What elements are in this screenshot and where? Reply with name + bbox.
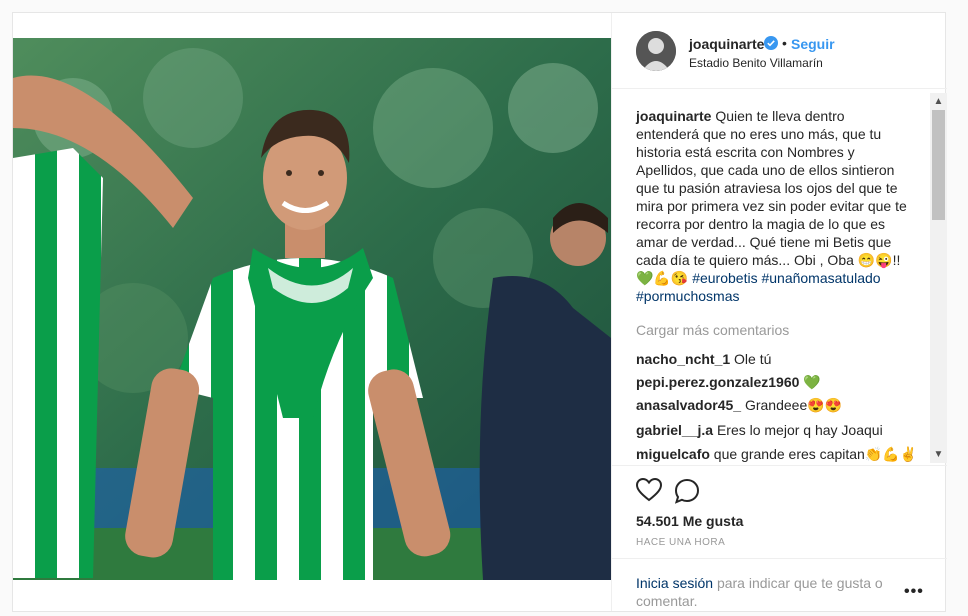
location-link[interactable]: Estadio Benito Villamarín xyxy=(689,56,823,70)
actions-divider xyxy=(612,465,947,466)
comment-row: gabriel__j.a Eres lo mejor q hay Joaqui xyxy=(636,422,936,438)
separator-dot: • xyxy=(782,35,787,51)
scrollbar-thumb[interactable] xyxy=(932,110,945,220)
hashtag[interactable]: #unañomasatulado xyxy=(761,270,880,286)
caption-text: Quien te lleva dentro entenderá que no e… xyxy=(636,108,907,268)
caption-username[interactable]: joaquinarte xyxy=(636,108,711,124)
comments-scrollbar[interactable]: ▲ ▼ xyxy=(930,93,947,463)
comments-section[interactable]: joaquinarte Quien te lleva dentro entend… xyxy=(612,91,947,465)
comment-text: 💚 xyxy=(803,374,821,390)
caption-emoji-2: 💚💪😘 xyxy=(636,270,689,286)
comment-username[interactable]: miguelcafo xyxy=(636,446,710,462)
hashtag[interactable]: #pormuchosmas xyxy=(636,288,740,304)
photo-illustration xyxy=(13,38,611,580)
login-link[interactable]: Inicia sesión xyxy=(636,575,713,591)
comment-row: pepi.perez.gonzalez1960 💚 xyxy=(636,374,936,391)
post-caption: joaquinarte Quien te lleva dentro entend… xyxy=(636,107,910,305)
post-timestamp[interactable]: HACE UNA HORA xyxy=(636,537,725,548)
avatar-image xyxy=(636,31,676,71)
comment-username[interactable]: pepi.perez.gonzalez1960 xyxy=(636,374,799,390)
more-icon[interactable]: ••• xyxy=(904,583,924,601)
login-prompt: Inicia sesión para indicar que te gusta … xyxy=(636,574,896,610)
post-side-panel: joaquinarte • Seguir Estadio Benito Vill… xyxy=(611,13,947,611)
comment-icon[interactable] xyxy=(674,478,700,504)
post-photo[interactable] xyxy=(13,38,611,580)
post-card: joaquinarte • Seguir Estadio Benito Vill… xyxy=(12,12,947,612)
heart-icon[interactable] xyxy=(636,478,662,502)
hashtag[interactable]: #eurobetis xyxy=(692,270,757,286)
verified-icon xyxy=(764,36,778,50)
likes-count[interactable]: 54.501 Me gusta xyxy=(636,513,743,529)
header-username[interactable]: joaquinarte xyxy=(689,36,764,52)
comment-text: Grandeee😍😍 xyxy=(744,397,843,413)
comment-username[interactable]: anasalvador45_ xyxy=(636,397,741,413)
comment-username[interactable]: nacho_ncht_1 xyxy=(636,351,730,367)
follow-button[interactable]: Seguir xyxy=(791,36,835,52)
avatar[interactable] xyxy=(636,31,676,71)
comment-row: anasalvador45_ Grandeee😍😍 xyxy=(636,397,936,414)
comment-row: miguelcafo que grande eres capitan👏💪✌ xyxy=(636,446,936,463)
caption-emoji-1: 😁😜!! xyxy=(857,252,901,268)
login-divider xyxy=(612,558,947,559)
comment-text: Ole tú xyxy=(734,351,772,367)
load-more-comments[interactable]: Cargar más comentarios xyxy=(636,322,789,338)
comment-row: nacho_ncht_1 Ole tú xyxy=(636,351,936,367)
comment-username[interactable]: gabriel__j.a xyxy=(636,422,713,438)
scroll-up-icon[interactable]: ▲ xyxy=(930,93,947,110)
scroll-down-icon[interactable]: ▼ xyxy=(930,446,947,463)
comment-text: Eres lo mejor q hay Joaqui xyxy=(716,422,883,438)
comment-text: que grande eres capitan👏💪✌ xyxy=(713,446,918,462)
post-header: joaquinarte • Seguir Estadio Benito Vill… xyxy=(612,13,947,89)
